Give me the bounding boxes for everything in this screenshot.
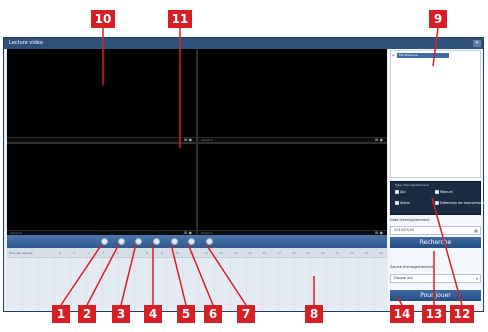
callout-leader-lines xyxy=(60,27,463,306)
callout-10: 10 xyxy=(91,10,115,28)
callout-5: 5 xyxy=(177,305,195,323)
callout-7: 7 xyxy=(237,305,255,323)
annotated-screenshot: Lecture vidéo ✕ ⊞ ◉ Canal 2 ⊞ ◉ Canal 3 … xyxy=(0,0,488,332)
callout-14: 14 xyxy=(390,305,414,323)
callout-2: 2 xyxy=(78,305,96,323)
callout-8: 8 xyxy=(305,305,323,323)
callout-13: 13 xyxy=(422,305,446,323)
callout-6: 6 xyxy=(204,305,222,323)
callout-1: 1 xyxy=(52,305,70,323)
callout-9: 9 xyxy=(429,10,447,28)
callout-12: 12 xyxy=(450,305,474,323)
callout-11: 11 xyxy=(168,10,192,28)
callout-3: 3 xyxy=(112,305,130,323)
callout-4: 4 xyxy=(144,305,162,323)
